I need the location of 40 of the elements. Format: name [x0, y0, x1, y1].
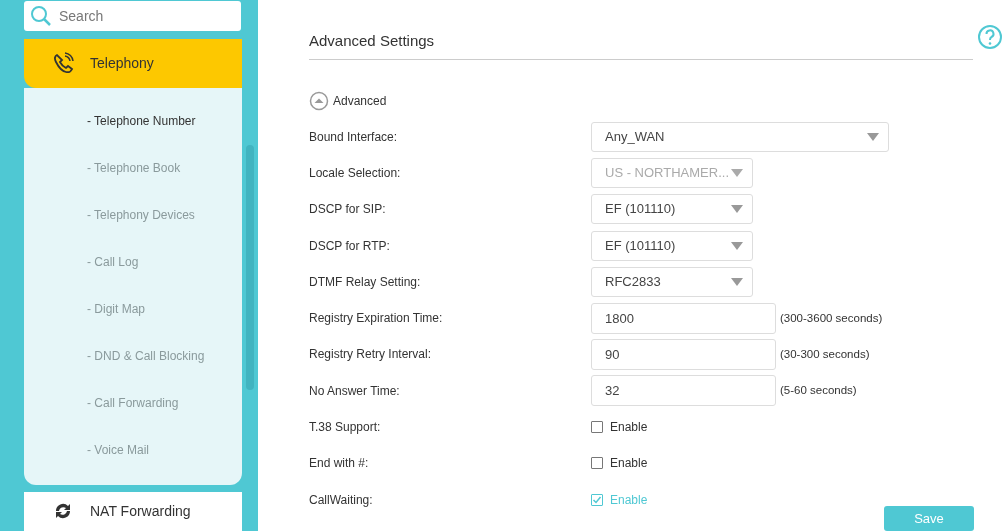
dropdown[interactable]: RFC2833: [591, 266, 753, 297]
field-label: T.38 Support:: [309, 419, 382, 436]
collapse-icon[interactable]: [309, 90, 329, 111]
checkbox[interactable]: [591, 421, 603, 433]
sidebar-section[interactable]: Telephony: [24, 39, 242, 88]
hint-text: (5-60 seconds): [780, 383, 857, 399]
hint-text: (300-3600 seconds): [780, 310, 883, 326]
checkbox[interactable]: [591, 493, 603, 506]
advanced-toggle[interactable]: Advanced: [333, 91, 387, 110]
field-label: End with #:: [309, 455, 370, 473]
caret-icon: [731, 168, 743, 177]
input-field[interactable]: 32: [591, 375, 776, 407]
search-field[interactable]: Search: [24, 1, 241, 31]
field-label: DTMF Relay Setting:: [309, 273, 422, 291]
field-label: DSCP for SIP:: [309, 201, 387, 219]
checkbox-label[interactable]: Enable: [610, 418, 648, 436]
dropdown[interactable]: EF (101110): [591, 230, 753, 261]
field-label: Locale Selection:: [309, 164, 402, 182]
field-label: Registry Expiration Time:: [309, 310, 444, 328]
input-field[interactable]: 1800: [591, 302, 776, 334]
section-title: Advanced Settings: [309, 30, 973, 60]
dropdown[interactable]: EF (101110): [591, 194, 753, 225]
field-label: No Answer Time:: [309, 382, 401, 400]
field-label: CallWaiting:: [309, 491, 374, 509]
checkbox-label[interactable]: Enable: [610, 454, 648, 473]
sidebar-section[interactable]: NAT Forwarding: [24, 491, 242, 531]
sidebar-item[interactable]: - Telephone Number: [87, 97, 242, 145]
input-field[interactable]: 90: [591, 338, 776, 370]
field-label: Bound Interface:: [309, 128, 399, 146]
caret-icon: [731, 205, 743, 214]
field-label: DSCP for RTP:: [309, 237, 391, 255]
caret-icon: [731, 241, 743, 250]
caret-icon: [731, 277, 743, 286]
phone-icon: [52, 52, 74, 75]
caret-icon: [867, 132, 879, 141]
help-icon[interactable]: [977, 24, 1003, 50]
hint-text: (30-300 seconds): [780, 346, 870, 362]
field-label: Registry Retry Interval:: [309, 346, 433, 364]
checkbox[interactable]: [591, 457, 603, 470]
dropdown[interactable]: Any_WAN: [591, 121, 889, 152]
